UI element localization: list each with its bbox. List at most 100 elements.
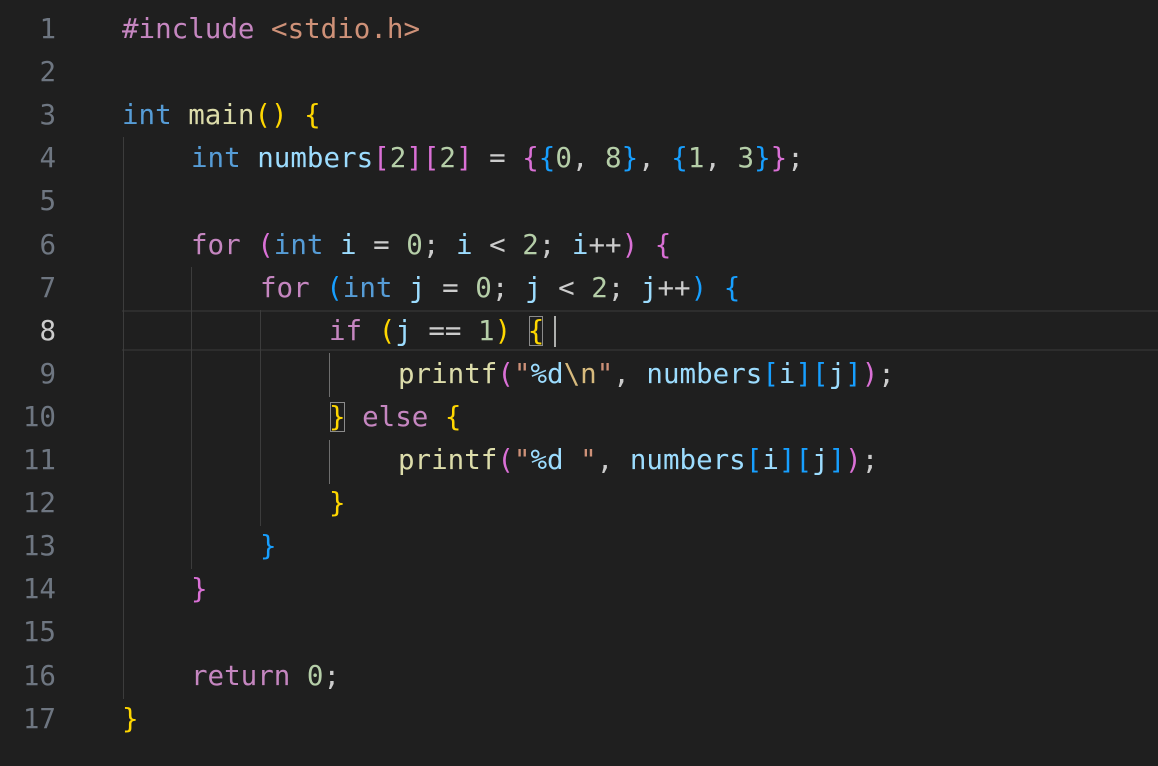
code-editor[interactable]: 1 #include <stdio.h> 2 3 int main() { 4 … bbox=[0, 0, 1158, 766]
code-line: 12 } bbox=[0, 482, 1158, 525]
number: 2 bbox=[439, 142, 456, 175]
bracket: ) bbox=[845, 444, 862, 476]
string-quote: " bbox=[596, 357, 614, 390]
bracket: ) bbox=[861, 357, 879, 390]
operator: ++ bbox=[588, 228, 622, 261]
bracket: { bbox=[522, 142, 539, 175]
number: 0 bbox=[406, 228, 423, 261]
string-space bbox=[564, 444, 581, 476]
punctuation: , bbox=[596, 444, 630, 476]
punctuation: ; bbox=[491, 271, 525, 304]
punctuation: , bbox=[638, 142, 672, 175]
keyword-int: int bbox=[273, 228, 324, 261]
punctuation: ; bbox=[323, 659, 341, 692]
variable-j: j bbox=[524, 271, 542, 304]
variable-i: i bbox=[571, 228, 589, 261]
bracket: [ bbox=[795, 444, 812, 476]
line-number: 1 bbox=[39, 13, 56, 45]
bracket: ) bbox=[621, 228, 639, 261]
line-code[interactable]: for (int i = 0; i < 2; i++) { bbox=[191, 224, 671, 267]
variable-j: j bbox=[640, 271, 658, 304]
line-code[interactable]: int main() { bbox=[122, 94, 321, 137]
line-code[interactable]: } else { bbox=[329, 396, 461, 439]
bracket: () bbox=[254, 99, 288, 132]
bracket: ( bbox=[497, 357, 514, 390]
line-number: 11 bbox=[22, 444, 56, 476]
number: 3 bbox=[737, 142, 755, 175]
operator: ++ bbox=[657, 271, 691, 304]
keyword-int: int bbox=[122, 99, 172, 132]
variable-j: j bbox=[409, 271, 426, 304]
bracket: ] bbox=[406, 142, 423, 175]
line-code[interactable]: return 0; bbox=[191, 655, 340, 698]
line-code[interactable]: #include <stdio.h> bbox=[122, 8, 420, 51]
variable-j: j bbox=[395, 314, 412, 347]
function-printf: printf bbox=[398, 357, 498, 390]
bracket-match: } bbox=[329, 400, 346, 433]
line-number: 2 bbox=[39, 56, 56, 89]
operator: < bbox=[541, 271, 592, 304]
code-line: 10 } else { bbox=[0, 396, 1158, 439]
number: 0 bbox=[475, 271, 492, 304]
line-code[interactable]: printf("%d\n", numbers[i][j]); bbox=[398, 353, 895, 396]
code-line: 1 #include <stdio.h> bbox=[0, 8, 1158, 51]
variable-numbers: numbers bbox=[629, 444, 746, 476]
line-code[interactable]: for (int j = 0; j < 2; j++) { bbox=[260, 267, 740, 310]
bracket: { bbox=[654, 228, 672, 261]
line-code[interactable]: } bbox=[329, 482, 346, 525]
bracket: ( bbox=[378, 314, 396, 347]
line-code[interactable]: } bbox=[191, 568, 208, 611]
bracket: ] bbox=[828, 444, 846, 476]
code-line: 13 } bbox=[0, 525, 1158, 568]
keyword-for: for bbox=[260, 271, 310, 304]
string-quote: " bbox=[580, 444, 597, 476]
line-code[interactable]: } bbox=[122, 698, 139, 741]
bracket: ] bbox=[778, 444, 796, 476]
line-code[interactable]: int numbers[2][2] = {{0, 8}, {1, 3}}; bbox=[191, 137, 804, 180]
punctuation: ; bbox=[538, 228, 572, 261]
function-main: main bbox=[188, 99, 255, 132]
bracket: { bbox=[538, 142, 556, 175]
line-code[interactable]: } bbox=[260, 525, 277, 568]
bracket: ) bbox=[494, 314, 512, 347]
line-code[interactable]: printf("%d ", numbers[i][j]); bbox=[398, 439, 878, 482]
include-header: <stdio.h> bbox=[271, 13, 421, 45]
punctuation: , bbox=[571, 142, 605, 175]
operator: = bbox=[472, 142, 523, 175]
number: 1 bbox=[687, 142, 705, 175]
line-number-active: 8 bbox=[39, 314, 56, 347]
bracket: ] bbox=[795, 357, 812, 390]
bracket: [ bbox=[373, 142, 390, 175]
bracket: { bbox=[723, 271, 741, 304]
bracket: ( bbox=[257, 228, 274, 261]
variable-j: j bbox=[828, 357, 846, 390]
code-line: 11 printf("%d ", numbers[i][j]); bbox=[0, 439, 1158, 482]
string-quote: " bbox=[513, 357, 531, 390]
line-number: 14 bbox=[22, 573, 56, 606]
bracket-match: { bbox=[527, 314, 545, 347]
bracket: } bbox=[191, 573, 208, 606]
code-line: 5 bbox=[0, 180, 1158, 223]
line-number: 15 bbox=[22, 616, 56, 649]
code-line: 2 bbox=[0, 51, 1158, 94]
bracket: ] bbox=[455, 142, 473, 175]
keyword-int: int bbox=[191, 142, 241, 175]
line-number: 9 bbox=[39, 357, 56, 390]
line-number: 12 bbox=[22, 487, 56, 520]
bracket: { bbox=[444, 400, 462, 433]
code-line: 3 int main() { bbox=[0, 94, 1158, 137]
format-specifier: %d bbox=[530, 444, 564, 476]
keyword-for: for bbox=[191, 228, 241, 261]
keyword-else: else bbox=[362, 400, 429, 433]
number: 1 bbox=[478, 314, 495, 347]
line-code[interactable]: if (j == 1) { bbox=[329, 310, 544, 353]
code-line: 14 } bbox=[0, 568, 1158, 611]
